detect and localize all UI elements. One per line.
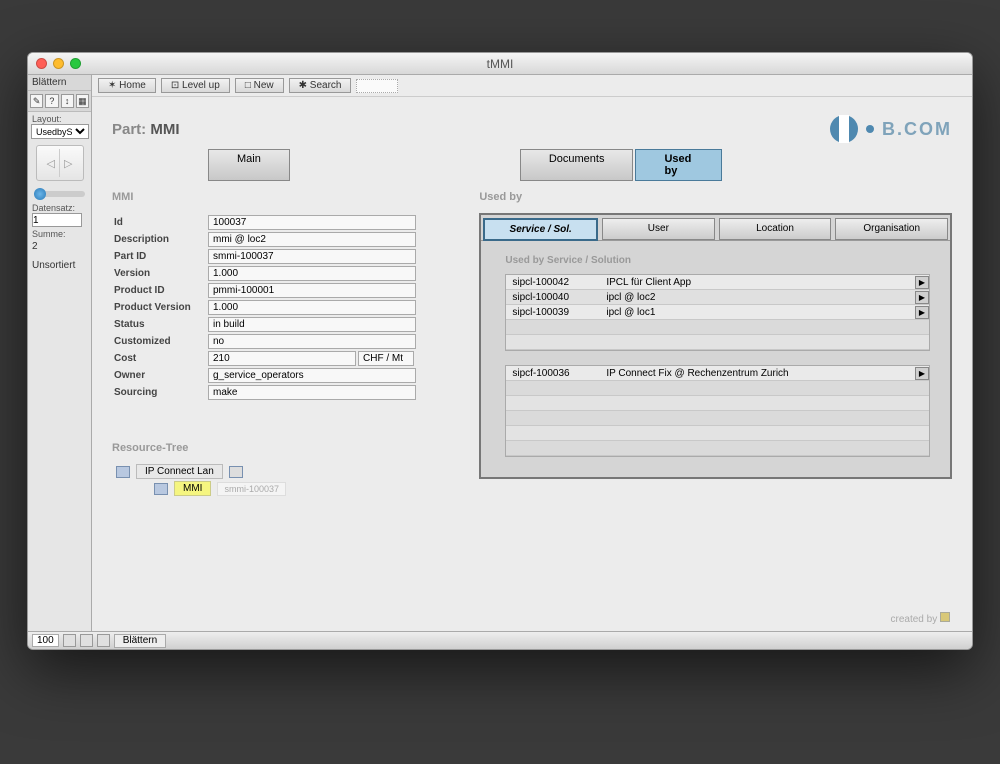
record-input[interactable] xyxy=(32,213,82,227)
new-button[interactable]: □ New xyxy=(235,78,284,93)
app-toolbar: ✶ Home ⊡ Level up □ New ✱ Search xyxy=(92,75,972,97)
zoom-value[interactable]: 100 xyxy=(32,634,59,647)
next-record-icon[interactable]: ▷ xyxy=(64,157,72,170)
statusbar: 100 Blättern xyxy=(28,631,972,649)
list-item: sipcl-100039ipcl @ loc1▶ xyxy=(506,305,929,320)
tab-location[interactable]: Location xyxy=(719,218,832,240)
goto-icon[interactable]: ▶ xyxy=(915,276,929,289)
layout-select[interactable]: UsedbySe xyxy=(31,124,89,139)
levelup-button[interactable]: ⊡ Level up xyxy=(161,78,230,93)
goto-icon[interactable]: ▶ xyxy=(915,306,929,319)
search-button[interactable]: ✱ Search xyxy=(289,78,352,93)
field-description[interactable]: mmi @ loc2 xyxy=(208,232,416,247)
record-label: Datensatz: xyxy=(28,201,91,213)
cube-icon xyxy=(116,466,130,478)
list-item: sipcf-100036IP Connect Fix @ Rechenzentr… xyxy=(506,366,929,381)
logo-icon xyxy=(830,115,858,143)
tab-organisation[interactable]: Organisation xyxy=(835,218,948,240)
field-status[interactable]: in build xyxy=(208,317,416,332)
resource-tree-header: Resource-Tree xyxy=(112,442,461,454)
record-slider[interactable] xyxy=(34,191,85,197)
sb-icon-3[interactable] xyxy=(97,634,110,647)
field-productversion[interactable]: 1.000 xyxy=(208,300,416,315)
sort-status: Unsortiert xyxy=(28,258,91,273)
prev-record-icon[interactable]: ◁ xyxy=(47,157,55,170)
section-mmi-header: MMI xyxy=(112,191,461,203)
usedby-list-2: sipcf-100036IP Connect Fix @ Rechenzentr… xyxy=(505,365,930,457)
tab-service[interactable]: Service / Sol. xyxy=(483,218,598,241)
tab-usedby[interactable]: Used by xyxy=(635,149,722,181)
field-cost-unit: CHF / Mt xyxy=(358,351,414,366)
sum-value: 2 xyxy=(28,239,91,254)
field-sourcing[interactable]: make xyxy=(208,385,416,400)
tool-preview-icon[interactable]: ▦ xyxy=(76,94,89,108)
field-partid[interactable]: smmi-100037 xyxy=(208,249,416,264)
link-icon[interactable] xyxy=(229,466,243,478)
tree-node-mmi-id: smmi-100037 xyxy=(217,482,286,496)
home-button[interactable]: ✶ Home xyxy=(98,78,156,93)
app-window: tMMI Blättern ✎ ? ↕ ▦ Layout: UsedbySe ◁… xyxy=(27,52,973,650)
sb-mode-tab[interactable]: Blättern xyxy=(114,634,166,648)
usedby-panel: Service / Sol. User Location Organisatio… xyxy=(479,213,952,479)
field-owner[interactable]: g_service_operators xyxy=(208,368,416,383)
tree-node-mmi[interactable]: MMI xyxy=(174,481,211,496)
cube-icon xyxy=(154,483,168,495)
record-book[interactable]: ◁ ▷ xyxy=(36,145,84,181)
filemaker-sidebar: Blättern ✎ ? ↕ ▦ Layout: UsedbySe ◁ ▷ Da… xyxy=(28,75,92,631)
goto-icon[interactable]: ▶ xyxy=(915,291,929,304)
tab-documents[interactable]: Documents xyxy=(520,149,634,181)
sb-icon-2[interactable] xyxy=(80,634,93,647)
tool-edit-icon[interactable]: ✎ xyxy=(30,94,43,108)
tool-sort-icon[interactable]: ↕ xyxy=(61,94,74,108)
list-item: sipcl-100040ipcl @ loc2▶ xyxy=(506,290,929,305)
field-customized[interactable]: no xyxy=(208,334,416,349)
part-details-form: Id100037 Descriptionmmi @ loc2 Part IDsm… xyxy=(112,213,461,402)
titlebar: tMMI xyxy=(28,53,972,75)
list-item: sipcl-100042IPCL für Client App▶ xyxy=(506,275,929,290)
tab-main[interactable]: Main xyxy=(208,149,290,181)
usedby-subheader: Used by Service / Solution xyxy=(505,255,950,266)
sum-label: Summe: xyxy=(28,227,91,239)
sb-icon-1[interactable] xyxy=(63,634,76,647)
search-input[interactable] xyxy=(356,79,398,93)
mode-label: Blättern xyxy=(28,75,91,91)
tab-user[interactable]: User xyxy=(602,218,715,240)
usedby-list-1: sipcl-100042IPCL für Client App▶ sipcl-1… xyxy=(505,274,930,351)
window-title: tMMI xyxy=(28,57,972,71)
created-by: created by xyxy=(891,612,950,625)
tree-node-ipconnectlan[interactable]: IP Connect Lan xyxy=(136,464,223,479)
field-version[interactable]: 1.000 xyxy=(208,266,416,281)
creator-icon xyxy=(940,612,950,622)
field-id[interactable]: 100037 xyxy=(208,215,416,230)
field-cost[interactable]: 210 xyxy=(208,351,356,366)
brand-logo: B.COM xyxy=(830,115,952,143)
goto-icon[interactable]: ▶ xyxy=(915,367,929,380)
page-title: Part: MMI xyxy=(112,121,180,138)
layout-label: Layout: xyxy=(28,112,91,124)
section-usedby-header: Used by xyxy=(479,191,952,203)
field-productid[interactable]: pmmi-100001 xyxy=(208,283,416,298)
tool-find-icon[interactable]: ? xyxy=(45,94,58,108)
